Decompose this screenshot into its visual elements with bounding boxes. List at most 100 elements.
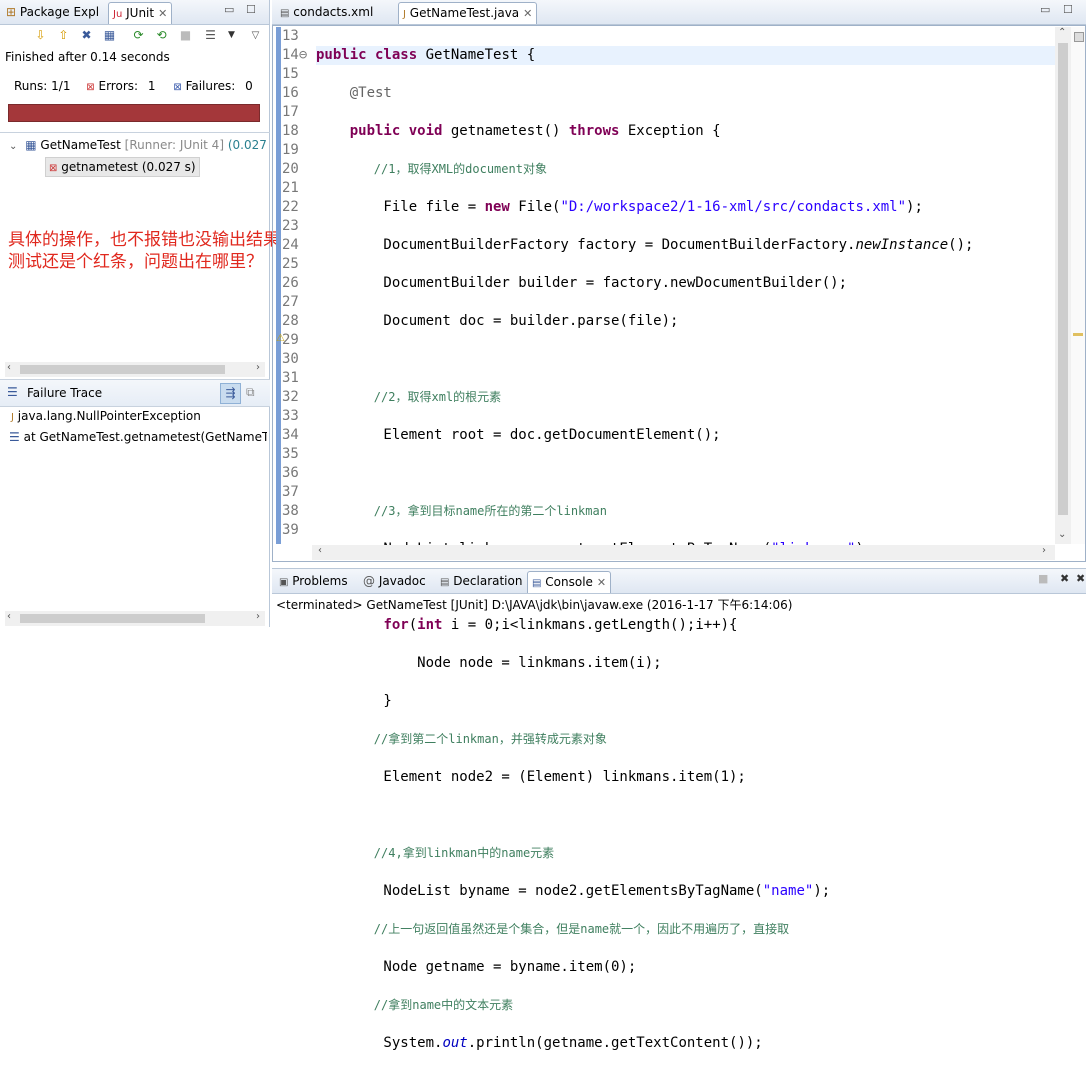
rerun-failures-icon[interactable]: ⟲ <box>154 28 169 43</box>
error-icon: ⊠ <box>86 82 95 93</box>
code-line-29: Node node = linkmans.item(i); <box>316 655 662 671</box>
code-line-31: //拿到第二个linkman，并强转成元素对象 <box>316 732 607 746</box>
trace-line[interactable]: ☰ at GetNameTest.getnametest(GetNameT <box>9 430 267 444</box>
divider <box>0 132 270 133</box>
scroll-thumb[interactable] <box>1058 43 1068 515</box>
code-line-19: DocumentBuilder builder = factory.newDoc… <box>316 275 848 291</box>
progress-bar <box>8 104 260 122</box>
scroll-right-icon[interactable]: › <box>256 362 260 373</box>
code-line-16: //1，取得XML的document对象 <box>316 162 547 176</box>
tab-package-explorer[interactable]: ⊞ Package Expl <box>2 2 103 23</box>
tab-console[interactable]: ▤ Console ✕ <box>527 571 612 593</box>
minimize-icon[interactable]: ▭ <box>224 3 234 16</box>
trace-horizontal-scrollbar[interactable]: ‹ › <box>5 611 265 626</box>
code-line-39: System.out.println(getname.getTextConten… <box>316 1035 763 1051</box>
show-failures-only-icon[interactable]: ✖ <box>79 28 94 43</box>
scroll-lock-icon[interactable]: ▦ <box>102 28 117 43</box>
previous-failure-icon[interactable]: ⇧ <box>56 28 71 43</box>
code-line-23: Element root = doc.getDocumentElement(); <box>316 427 721 443</box>
line-number: 25 <box>282 256 299 272</box>
scroll-left-icon[interactable]: ‹ <box>7 611 11 622</box>
line-number: 32 <box>282 389 299 405</box>
test-suite-error-icon: ▦ <box>25 138 37 152</box>
line-number: 30 <box>282 351 299 367</box>
line-number: 15 <box>282 66 299 82</box>
rerun-icon[interactable]: ⟳ <box>131 28 146 43</box>
line-number: 39 <box>282 522 299 538</box>
tab-getnametest-java[interactable]: J GetNameTest.java ✕ <box>398 2 538 24</box>
line-numbers: 13 14⊖ 15 16 17 18 19 20 21 22 23 24 25 26 27 28 29 30 31 3… <box>282 27 312 540</box>
line-number: 38 <box>282 503 299 519</box>
scroll-thumb[interactable] <box>20 614 205 623</box>
junit-status: Finished after 0.14 seconds <box>5 50 170 64</box>
minimize-icon[interactable]: ▭ <box>1040 3 1050 16</box>
code-line-35: NodeList byname = node2.getElementsByTag… <box>316 883 831 899</box>
bottom-tabbar: ▣ Problems @ Javadoc ▤ Declaration ▤ Con… <box>272 568 1086 594</box>
test-tree-child[interactable]: ⊠ getnametest (0.027 s) <box>45 157 200 177</box>
code-line-33: ​ <box>316 806 1056 825</box>
maximize-icon[interactable]: ☐ <box>246 3 256 16</box>
chevron-down-icon[interactable]: ⌄ <box>9 141 17 152</box>
scroll-right-icon[interactable]: › <box>1042 545 1046 556</box>
scroll-left-icon[interactable]: ‹ <box>318 545 322 556</box>
editor-horizontal-scrollbar[interactable]: ‹ › <box>312 545 1055 560</box>
editor-vertical-scrollbar[interactable]: ⌃ ⌄ <box>1055 27 1071 544</box>
filter-stack-icon[interactable]: ⇶ <box>220 383 241 404</box>
close-icon[interactable]: ✕ <box>523 7 532 20</box>
runs-value: 1/1 <box>51 79 71 93</box>
line-number: 28 <box>282 313 299 329</box>
console-status: <terminated> GetNameTest [JUnit] D:\JAVA… <box>276 598 793 612</box>
line-number: 17 <box>282 104 299 120</box>
warning-marker[interactable] <box>1073 333 1083 336</box>
editor-tabbar: ▤ condacts.xml J GetNameTest.java ✕ ▭ ☐ <box>272 0 1086 25</box>
test-tree-root[interactable]: ⌄ ▦ GetNameTest [Runner: JUnit 4] (0.027 <box>9 138 267 152</box>
junit-icon: Ju <box>113 9 123 20</box>
code-line-17: File file = new File("D:/workspace2/1-16… <box>316 199 923 215</box>
next-failure-icon[interactable]: ⇩ <box>33 28 48 43</box>
stop-icon[interactable]: ■ <box>178 28 193 43</box>
line-number: 34 <box>282 427 299 443</box>
terminate-icon[interactable]: ■ <box>1038 572 1048 585</box>
remove-launch-icon[interactable]: ✖ <box>1060 572 1069 585</box>
history-dropdown-icon[interactable]: ▼ <box>224 28 239 43</box>
line-number: 31 <box>282 370 299 386</box>
tab-problems[interactable]: ▣ Problems <box>275 571 352 592</box>
scroll-down-icon[interactable]: ⌄ <box>1058 529 1066 540</box>
junit-toolbar: ⇩ ⇧ ✖ ▦ ⟳ ⟲ ■ ☰ ▼ ▽ <box>0 25 269 47</box>
history-icon[interactable]: ☰ <box>203 28 218 43</box>
tab-junit[interactable]: Ju JUnit ✕ <box>108 2 173 24</box>
line-number: 27 <box>282 294 299 310</box>
tree-horizontal-scrollbar[interactable]: ‹ › <box>5 362 265 377</box>
editor-ruler <box>276 27 281 544</box>
tab-declaration[interactable]: ▤ Declaration <box>436 571 526 592</box>
scroll-right-icon[interactable]: › <box>256 611 260 622</box>
code-line-24: ​ <box>316 464 1056 483</box>
console-icon: ▤ <box>532 578 542 589</box>
remove-all-launches-icon[interactable]: ✖ <box>1076 572 1085 585</box>
tab-javadoc[interactable]: @ Javadoc <box>359 571 430 592</box>
user-note: 具体的操作，也不报错也没输出结果 测试还是个红条，问题出在哪里？ <box>8 230 280 272</box>
code-line-13: public class GetNameTest { <box>316 46 1056 65</box>
java-file-icon: J <box>403 9 406 20</box>
line-number: 18 <box>282 123 299 139</box>
tab-condacts-xml[interactable]: ▤ condacts.xml <box>276 2 377 23</box>
scroll-up-icon[interactable]: ⌃ <box>1058 27 1066 38</box>
maximize-icon[interactable]: ☐ <box>1063 3 1073 16</box>
line-number: 22 <box>282 199 299 215</box>
junit-view: ⊞ Package Expl Ju JUnit ✕ ▭ ☐ ⇩ ⇧ ✖ ▦ ⟳ ⟲… <box>0 0 280 627</box>
scroll-thumb[interactable] <box>20 365 225 374</box>
close-icon[interactable]: ✕ <box>597 576 606 589</box>
line-number: 37 <box>282 484 299 500</box>
compare-result-icon[interactable]: ⧉ <box>246 385 255 400</box>
javadoc-icon: @ <box>363 574 375 588</box>
code-line-18: DocumentBuilderFactory factory = Documen… <box>316 237 974 253</box>
view-menu-icon[interactable]: ▽ <box>248 28 263 43</box>
code-line-22: //2，取得xml的根元素 <box>316 390 502 404</box>
trace-line[interactable]: J java.lang.NullPointerException <box>11 409 201 423</box>
close-icon[interactable]: ✕ <box>158 7 167 20</box>
line-number: 14⊖ <box>282 47 308 63</box>
code-line-21: ​ <box>316 350 1056 369</box>
code-line-38: //拿到name中的文本元素 <box>316 998 514 1012</box>
scroll-left-icon[interactable]: ‹ <box>7 362 11 373</box>
exception-icon: J <box>11 412 14 423</box>
